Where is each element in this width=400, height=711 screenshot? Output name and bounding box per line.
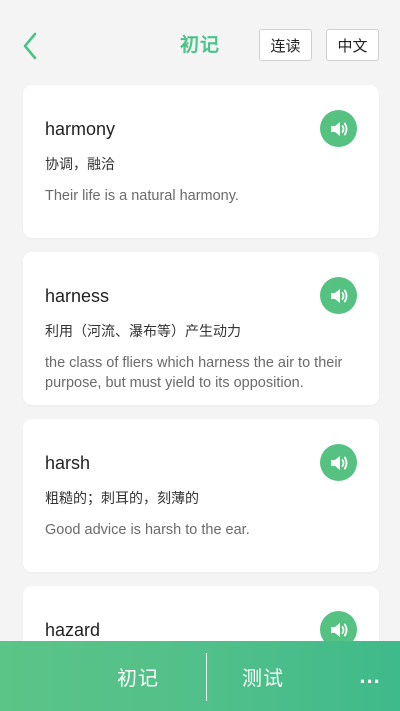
- chevron-left-icon: [23, 32, 37, 60]
- page-title: 初记: [179, 34, 220, 56]
- speaker-icon: [330, 288, 347, 303]
- word-meaning: 利用（河流、瀑布等）产生动力: [45, 324, 241, 340]
- pronounce-button[interactable]: [320, 444, 357, 481]
- word-text: harness: [45, 286, 110, 306]
- word-text: harmony: [45, 119, 116, 139]
- bottom-bar-divider: [206, 653, 207, 701]
- speaker-icon: [330, 121, 347, 136]
- word-meaning: 粗糙的；刺耳的，刻薄的: [45, 491, 199, 507]
- speaker-icon: [330, 622, 347, 637]
- language-toggle-button[interactable]: 中文: [326, 29, 379, 61]
- word-example: the class of fliers which harness the ai…: [45, 355, 343, 391]
- word-card: harmony 协调，融洽 Their life is a natural ha…: [23, 85, 379, 238]
- word-card: harness 利用（河流、瀑布等）产生动力 the class of flie…: [23, 252, 379, 405]
- app-root: 初记 连读 中文 harmony 协调，融洽 Their life is a n…: [0, 0, 400, 711]
- back-button[interactable]: [16, 30, 44, 62]
- word-text: hazard: [45, 620, 101, 640]
- pronounce-button[interactable]: [320, 110, 357, 147]
- tab-test[interactable]: 测试: [213, 641, 313, 711]
- bottom-bar: 初记 测试 ...: [0, 641, 400, 711]
- tab-first-memorize[interactable]: 初记: [88, 641, 188, 711]
- speaker-icon: [330, 455, 347, 470]
- word-example: Good advice is harsh to the ear.: [45, 522, 250, 538]
- header: 初记 连读 中文: [0, 0, 400, 84]
- word-example: Their life is a natural harmony.: [45, 188, 239, 204]
- pronounce-button[interactable]: [320, 277, 357, 314]
- word-meaning: 协调，融洽: [45, 157, 115, 173]
- more-button[interactable]: ...: [352, 641, 388, 711]
- continuous-read-button[interactable]: 连读: [259, 29, 312, 61]
- word-card: harsh 粗糙的；刺耳的，刻薄的 Good advice is harsh t…: [23, 419, 379, 572]
- word-text: harsh: [45, 453, 91, 473]
